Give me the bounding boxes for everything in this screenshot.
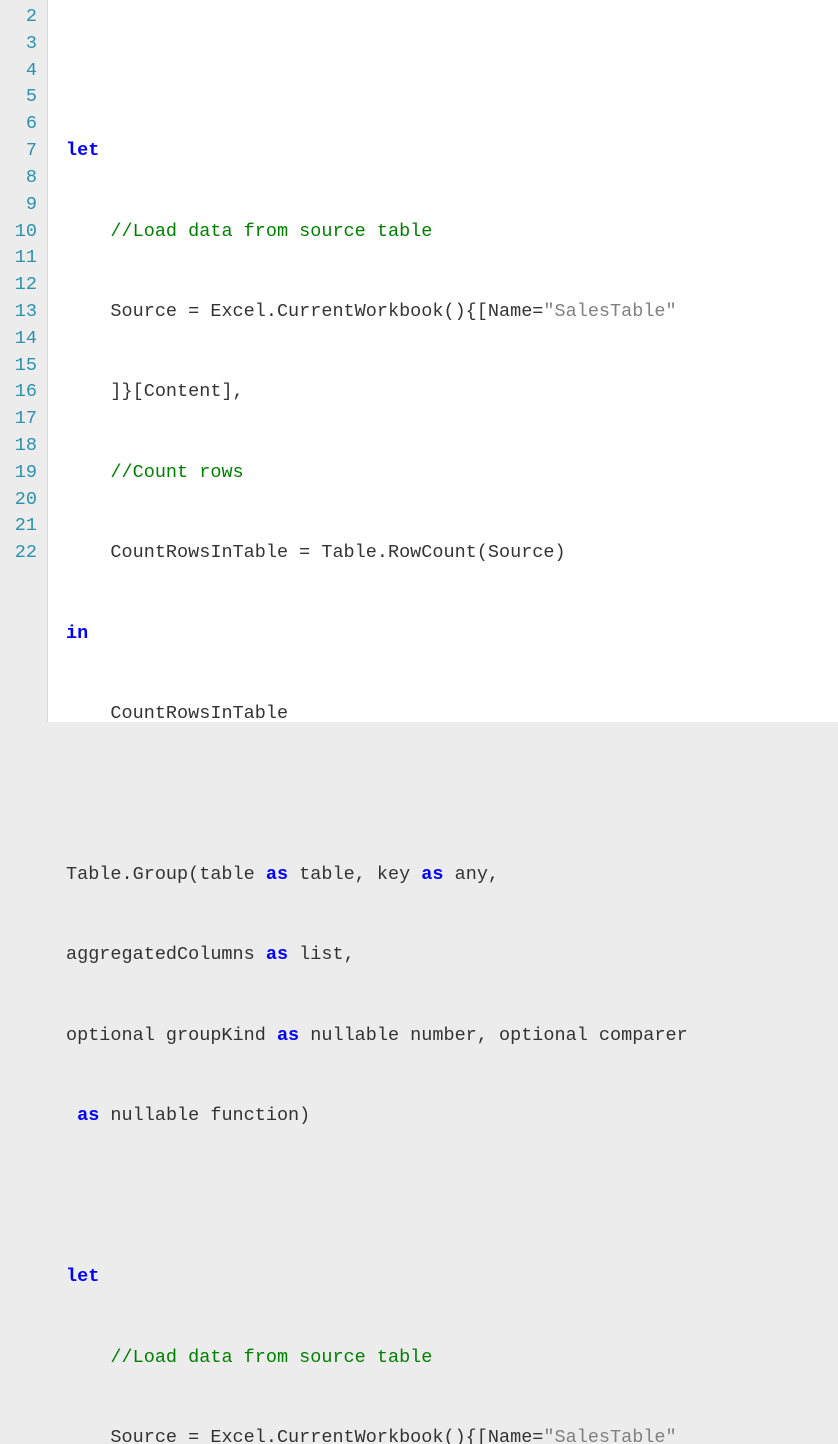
line-number: 20 bbox=[4, 487, 41, 514]
line-number: 17 bbox=[4, 406, 41, 433]
code-line[interactable]: Table.Group(table as table, key as any, bbox=[66, 862, 838, 889]
line-number: 15 bbox=[4, 353, 41, 380]
line-number: 5 bbox=[4, 84, 41, 111]
line-number: 22 bbox=[4, 540, 41, 567]
line-number: 16 bbox=[4, 379, 41, 406]
line-number: 19 bbox=[4, 460, 41, 487]
code-line[interactable]: Source = Excel.CurrentWorkbook(){[Name="… bbox=[66, 299, 838, 326]
code-line[interactable]: let bbox=[66, 138, 838, 165]
code-line-wrap[interactable]: ]}[Content], bbox=[66, 379, 838, 406]
code-editor[interactable]: let //Load data from source table Source… bbox=[48, 0, 838, 722]
line-number: 11 bbox=[4, 245, 41, 272]
code-line[interactable]: //Load data from source table bbox=[66, 1345, 838, 1372]
code-line[interactable] bbox=[66, 1184, 838, 1211]
code-line[interactable]: CountRowsInTable = Table.RowCount(Source… bbox=[66, 540, 838, 567]
code-line[interactable]: let bbox=[66, 1264, 838, 1291]
line-number: 13 bbox=[4, 299, 41, 326]
line-number-gutter: 2 3 4 5 6 7 8 9 10 11 12 13 14 15 16 17 … bbox=[0, 0, 48, 722]
line-number: 21 bbox=[4, 513, 41, 540]
code-line-wrap[interactable]: aggregatedColumns as list, bbox=[66, 942, 838, 969]
line-number: 9 bbox=[4, 192, 41, 219]
line-number: 12 bbox=[4, 272, 41, 299]
code-line[interactable]: //Count rows bbox=[66, 460, 838, 487]
code-line[interactable]: CountRowsInTable bbox=[66, 701, 838, 728]
code-line[interactable]: optional groupKind as nullable number, o… bbox=[66, 1023, 838, 1050]
line-number: 18 bbox=[4, 433, 41, 460]
line-number: 10 bbox=[4, 219, 41, 246]
code-line-wrap[interactable]: as nullable function) bbox=[66, 1103, 838, 1130]
line-number: 7 bbox=[4, 138, 41, 165]
code-line[interactable] bbox=[66, 58, 838, 85]
line-number: 2 bbox=[4, 4, 41, 31]
line-number: 14 bbox=[4, 326, 41, 353]
code-line[interactable]: in bbox=[66, 621, 838, 648]
line-number: 3 bbox=[4, 31, 41, 58]
code-line[interactable]: //Load data from source table bbox=[66, 219, 838, 246]
code-line[interactable]: Source = Excel.CurrentWorkbook(){[Name="… bbox=[66, 1425, 838, 1444]
line-number: 8 bbox=[4, 165, 41, 192]
code-line[interactable] bbox=[66, 782, 838, 809]
line-number: 6 bbox=[4, 111, 41, 138]
line-number: 4 bbox=[4, 58, 41, 85]
